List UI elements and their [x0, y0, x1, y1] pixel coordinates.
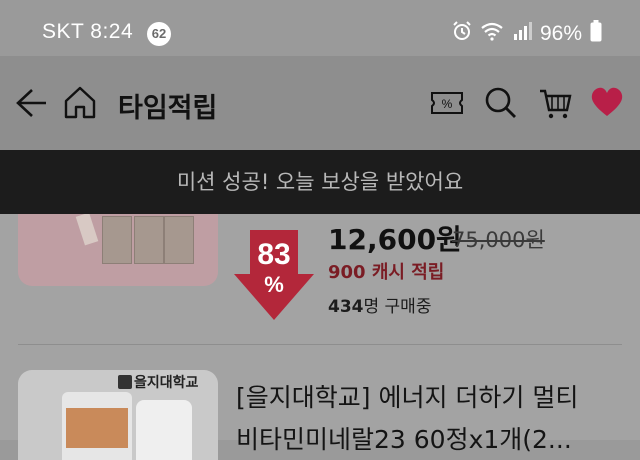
mission-success-toast: 미션 성공! 오늘 보상을 받았어요 [0, 150, 640, 214]
page-title: 타임적립 [118, 93, 218, 124]
status-bar: SKT 8:24 62 96% [0, 0, 640, 56]
coupon-label: % [442, 97, 453, 111]
product-box-image [134, 216, 164, 264]
home-icon[interactable] [62, 84, 98, 124]
discount-percent: % [264, 272, 284, 297]
notification-count-badge: 62 [147, 22, 171, 46]
product-tube-image [75, 214, 99, 246]
product-label-image [66, 408, 128, 448]
heart-icon[interactable] [590, 86, 624, 122]
battery-icon [590, 20, 602, 48]
brand-logo-icon [118, 375, 132, 389]
product-jar-image [136, 400, 192, 460]
buyers-count: 434명 구매중 [328, 292, 431, 317]
buyers-suffix: 명 구매중 [363, 297, 432, 317]
product-title-line2[interactable]: 비타민미네랄23 60정x1개(2... [236, 420, 572, 456]
alarm-icon [452, 21, 472, 47]
signal-icon [512, 21, 532, 47]
brand-label: 을지대학교 [118, 372, 198, 392]
carrier-time: SKT 8:24 [42, 20, 134, 43]
status-icons: 96% [452, 20, 602, 48]
app-header: 타임적립 % [0, 56, 640, 150]
search-icon[interactable] [484, 86, 518, 124]
back-arrow-icon[interactable] [14, 86, 48, 124]
product-title[interactable]: [을지대학교] 에너지 더하기 멀티 [236, 378, 578, 414]
coupon-icon[interactable]: % [430, 90, 464, 120]
wifi-icon [480, 21, 504, 47]
discount-arrow-badge: 83 % [232, 230, 316, 322]
product-thumbnail[interactable]: 을지대학교 [18, 370, 218, 460]
original-price: 75,000원 [452, 228, 545, 252]
sale-price: 12,600원 [328, 223, 462, 256]
product-list: 83 % 12,600원 75,000원 900 캐시 적립 434명 구매중 … [0, 214, 640, 460]
product-box-image [102, 216, 132, 264]
cash-reward: 900 캐시 적립 [328, 262, 445, 283]
battery-percent: 96% [539, 22, 582, 45]
buyers-number: 434 [328, 297, 364, 317]
product-thumbnail[interactable] [18, 214, 218, 286]
cart-icon[interactable] [538, 86, 572, 124]
product-bottle-image [62, 392, 132, 460]
discount-number: 83 [257, 238, 291, 271]
divider [18, 344, 622, 345]
product-box-image [164, 216, 194, 264]
